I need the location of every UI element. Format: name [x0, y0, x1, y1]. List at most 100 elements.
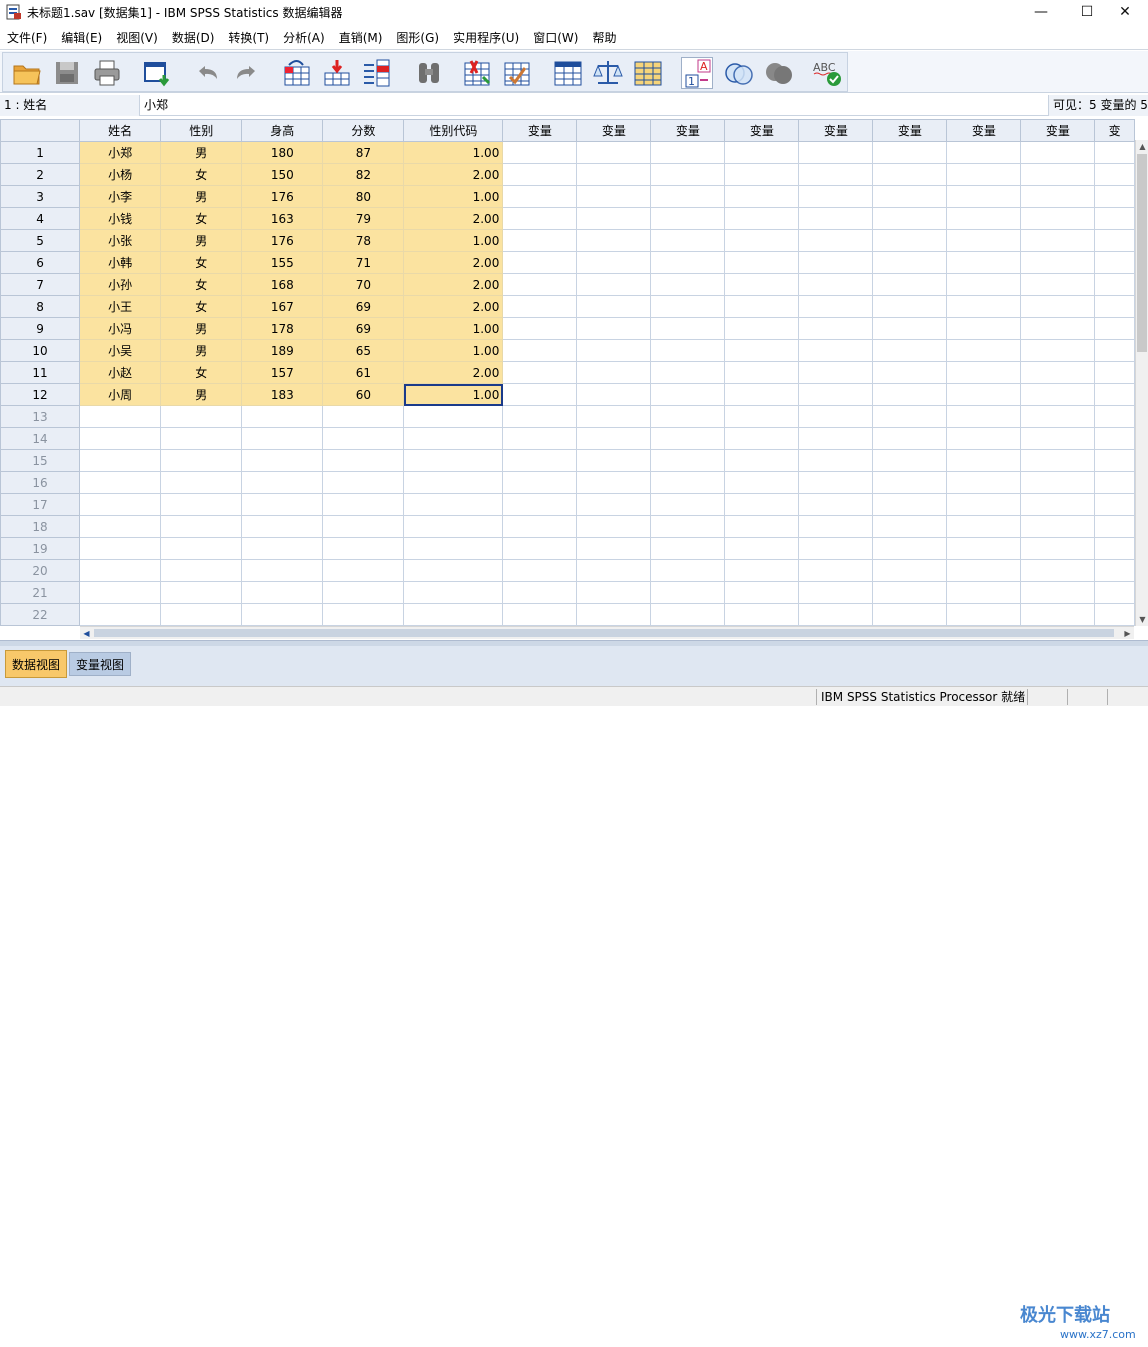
empty-cell[interactable]	[872, 229, 948, 252]
empty-cell[interactable]	[79, 559, 162, 582]
data-cell[interactable]: 男	[160, 339, 243, 362]
empty-cell[interactable]	[79, 427, 162, 450]
row-number[interactable]: 7	[0, 273, 81, 296]
empty-cell[interactable]	[502, 515, 578, 538]
empty-cell[interactable]	[502, 449, 578, 472]
data-cell[interactable]: 男	[160, 229, 243, 252]
empty-cell[interactable]	[946, 603, 1022, 626]
data-cell[interactable]: 2.00	[403, 361, 504, 384]
empty-cell[interactable]	[160, 449, 243, 472]
empty-cell[interactable]	[322, 449, 405, 472]
empty-cell[interactable]	[403, 515, 504, 538]
empty-cell[interactable]	[502, 273, 578, 296]
empty-cell[interactable]	[1094, 295, 1135, 318]
row-number[interactable]: 9	[0, 317, 81, 340]
empty-cell[interactable]	[79, 603, 162, 626]
menu-window[interactable]: 窗口(W)	[526, 26, 585, 50]
empty-cell[interactable]	[724, 317, 800, 340]
data-cell[interactable]: 男	[160, 317, 243, 340]
empty-cell[interactable]	[1094, 163, 1135, 186]
data-cell[interactable]: 168	[241, 273, 324, 296]
empty-cell[interactable]	[798, 141, 874, 164]
empty-cell[interactable]	[650, 515, 726, 538]
empty-variable-header[interactable]: 变量	[502, 119, 578, 142]
empty-cell[interactable]	[872, 295, 948, 318]
empty-cell[interactable]	[650, 229, 726, 252]
empty-cell[interactable]	[322, 471, 405, 494]
menu-data[interactable]: 数据(D)	[165, 26, 222, 50]
empty-cell[interactable]	[798, 207, 874, 230]
empty-variable-header[interactable]: 变量	[798, 119, 874, 142]
empty-cell[interactable]	[872, 449, 948, 472]
menu-file[interactable]: 文件(F)	[0, 26, 54, 50]
data-cell[interactable]: 176	[241, 185, 324, 208]
empty-cell[interactable]	[1094, 207, 1135, 230]
empty-cell[interactable]	[798, 449, 874, 472]
empty-cell[interactable]	[576, 493, 652, 516]
data-cell[interactable]: 2.00	[403, 273, 504, 296]
goto-variable-icon[interactable]	[321, 57, 353, 89]
empty-cell[interactable]	[946, 317, 1022, 340]
empty-cell[interactable]	[502, 251, 578, 274]
row-number[interactable]: 14	[0, 427, 81, 450]
empty-cell[interactable]	[576, 603, 652, 626]
empty-cell[interactable]	[1094, 361, 1135, 384]
empty-cell[interactable]	[241, 427, 324, 450]
data-cell[interactable]: 小吴	[79, 339, 162, 362]
empty-cell[interactable]	[946, 383, 1022, 406]
data-cell[interactable]: 男	[160, 383, 243, 406]
column-header[interactable]: 身高	[241, 119, 324, 142]
empty-cell[interactable]	[650, 207, 726, 230]
empty-cell[interactable]	[946, 295, 1022, 318]
empty-cell[interactable]	[872, 141, 948, 164]
empty-cell[interactable]	[650, 317, 726, 340]
empty-cell[interactable]	[798, 383, 874, 406]
empty-cell[interactable]	[798, 515, 874, 538]
data-cell[interactable]: 1.00	[403, 383, 504, 406]
empty-cell[interactable]	[872, 493, 948, 516]
empty-cell[interactable]	[650, 603, 726, 626]
empty-cell[interactable]	[79, 515, 162, 538]
data-cell[interactable]: 男	[160, 185, 243, 208]
empty-cell[interactable]	[724, 537, 800, 560]
empty-cell[interactable]	[241, 449, 324, 472]
empty-cell[interactable]	[1020, 581, 1096, 604]
empty-cell[interactable]	[576, 515, 652, 538]
empty-cell[interactable]	[1094, 383, 1135, 406]
empty-cell[interactable]	[322, 537, 405, 560]
empty-variable-header[interactable]: 变量	[946, 119, 1022, 142]
data-cell[interactable]: 189	[241, 339, 324, 362]
empty-cell[interactable]	[650, 141, 726, 164]
empty-cell[interactable]	[946, 471, 1022, 494]
empty-cell[interactable]	[241, 493, 324, 516]
data-cell[interactable]: 女	[160, 295, 243, 318]
scroll-right-arrow-icon[interactable]: ▶	[1121, 627, 1134, 640]
empty-cell[interactable]	[724, 185, 800, 208]
empty-cell[interactable]	[946, 141, 1022, 164]
empty-cell[interactable]	[1020, 185, 1096, 208]
empty-cell[interactable]	[946, 207, 1022, 230]
empty-cell[interactable]	[502, 603, 578, 626]
vertical-scroll-thumb[interactable]	[1137, 154, 1147, 352]
empty-cell[interactable]	[502, 559, 578, 582]
empty-cell[interactable]	[502, 493, 578, 516]
empty-cell[interactable]	[322, 493, 405, 516]
empty-cell[interactable]	[403, 493, 504, 516]
empty-cell[interactable]	[576, 251, 652, 274]
row-number[interactable]: 6	[0, 251, 81, 274]
empty-cell[interactable]	[872, 515, 948, 538]
empty-cell[interactable]	[1020, 603, 1096, 626]
data-cell[interactable]: 180	[241, 141, 324, 164]
empty-cell[interactable]	[1094, 581, 1135, 604]
empty-cell[interactable]	[724, 361, 800, 384]
empty-cell[interactable]	[322, 405, 405, 428]
menu-graphs[interactable]: 图形(G)	[389, 26, 446, 50]
empty-cell[interactable]	[1020, 163, 1096, 186]
data-cell[interactable]: 女	[160, 251, 243, 274]
empty-cell[interactable]	[1020, 273, 1096, 296]
empty-cell[interactable]	[946, 559, 1022, 582]
empty-cell[interactable]	[160, 493, 243, 516]
empty-cell[interactable]	[576, 383, 652, 406]
empty-cell[interactable]	[872, 537, 948, 560]
empty-cell[interactable]	[79, 581, 162, 604]
